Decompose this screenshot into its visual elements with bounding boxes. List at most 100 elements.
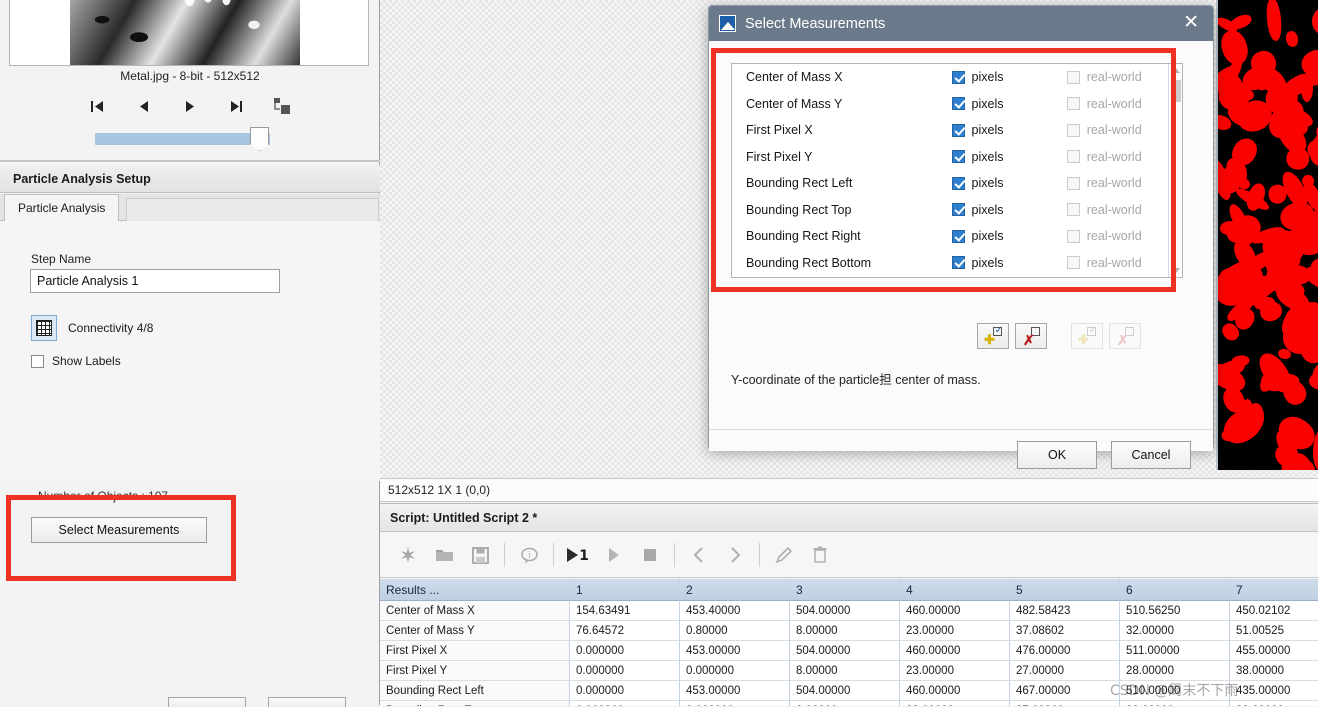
pixels-unit-group[interactable]: pixels: [951, 203, 1067, 217]
measurement-row[interactable]: Center of Mass X pixels real-world: [732, 64, 1182, 91]
select-measurements-button[interactable]: Select Measurements: [31, 517, 207, 543]
measurement-row[interactable]: Bounding Rect Left pixels real-world: [732, 170, 1182, 197]
results-header-label[interactable]: Results ...: [380, 579, 570, 601]
measurement-row[interactable]: Bounding Rect Right pixels real-world: [732, 223, 1182, 250]
next-step-icon[interactable]: [717, 539, 753, 571]
pixels-unit-group[interactable]: pixels: [951, 123, 1067, 138]
comment-icon[interactable]: i: [511, 539, 547, 571]
table-row[interactable]: Bounding Rect Top0.0000000.0000008.00000…: [380, 701, 1318, 706]
scrollbar-thumb[interactable]: [1171, 80, 1181, 102]
pixels-unit-group[interactable]: pixels: [951, 176, 1067, 190]
run-once-icon[interactable]: 1: [560, 539, 596, 571]
measurement-name: Center of Mass Y: [746, 96, 843, 111]
results-row-label: Bounding Rect Top: [380, 701, 570, 706]
table-row[interactable]: Bounding Rect Left 0.000000 453.00000 504.0…: [380, 681, 1318, 701]
script-panel: Script: Untitled Script 2 * i 1 Results …: [380, 503, 1318, 706]
results-header-column[interactable]: 1: [570, 579, 680, 601]
pixels-checkbox[interactable]: [951, 203, 965, 217]
pixels-checkbox[interactable]: [951, 70, 965, 84]
pixels-unit-group[interactable]: pixels: [951, 96, 1067, 111]
first-frame-icon[interactable]: [87, 96, 109, 116]
results-cell: 504.00000: [790, 601, 900, 621]
cancel-button[interactable]: Cancel: [1111, 441, 1191, 469]
previous-frame-icon[interactable]: [133, 96, 155, 116]
ok-button[interactable]: OK: [1017, 441, 1097, 469]
pixels-unit-group[interactable]: pixels: [951, 256, 1067, 270]
realworld-label: real-world: [1086, 149, 1142, 164]
pixels-checkbox[interactable]: [951, 97, 965, 111]
results-cell: 482.58423: [1010, 601, 1120, 621]
measurement-row[interactable]: Bounding Rect Top pixels real-world: [732, 197, 1182, 224]
scroll-up-icon[interactable]: [1172, 68, 1180, 73]
table-row[interactable]: Center of Mass X 154.63491 453.40000 504.00…: [380, 601, 1318, 621]
pixels-label: pixels: [971, 96, 1004, 111]
preview-navigation-bar: [0, 96, 380, 116]
dialog-titlebar: Select Measurements ✕: [709, 6, 1213, 41]
results-header-column[interactable]: 5: [1010, 579, 1120, 601]
pixels-checkbox[interactable]: [951, 229, 965, 243]
connectivity-grid-icon[interactable]: [31, 315, 57, 341]
bottom-button-stub-right[interactable]: [268, 697, 346, 707]
results-header-column[interactable]: 6: [1120, 579, 1230, 601]
tab-particle-analysis[interactable]: Particle Analysis: [4, 194, 120, 221]
results-header-column[interactable]: 4: [900, 579, 1010, 601]
realworld-label: real-world: [1086, 96, 1142, 111]
measurement-list-scrollbar[interactable]: [1168, 64, 1182, 277]
pixels-label: pixels: [971, 229, 1004, 244]
toolbar-separator-3: [674, 543, 675, 567]
results-cell: 38.00000: [1230, 661, 1318, 681]
stop-icon[interactable]: [632, 539, 668, 571]
results-cell: 28.00000: [1120, 701, 1230, 706]
realworld-label: real-world: [1086, 176, 1142, 191]
results-header-column[interactable]: 7: [1230, 579, 1318, 601]
connectivity-row[interactable]: Connectivity 4/8: [31, 315, 153, 341]
measurement-row[interactable]: First Pixel X pixels real-world: [732, 117, 1182, 144]
pixels-checkbox[interactable]: [951, 150, 965, 164]
results-cell: 435.00000: [1230, 681, 1318, 701]
pixels-checkbox[interactable]: [951, 256, 965, 270]
edit-icon[interactable]: [766, 539, 802, 571]
frame-slider-track[interactable]: [95, 133, 270, 145]
save-script-icon[interactable]: [462, 539, 498, 571]
pixels-checkbox[interactable]: [951, 123, 965, 137]
measurement-row[interactable]: First Pixel Y pixels real-world: [732, 144, 1182, 171]
pixels-unit-group[interactable]: pixels: [951, 229, 1067, 244]
table-row[interactable]: First Pixel X 0.000000 453.00000 504.00000 4…: [380, 641, 1318, 661]
bottom-button-stub-left[interactable]: [168, 697, 246, 707]
dialog-title: Select Measurements: [745, 15, 886, 32]
table-row[interactable]: Center of Mass Y 76.64572 0.80000 8.00000 23…: [380, 621, 1318, 641]
pixels-checkbox[interactable]: [951, 176, 965, 190]
show-labels-label: Show Labels: [52, 354, 121, 368]
region-select-icon[interactable]: [271, 96, 293, 116]
pixels-unit-group[interactable]: pixels: [951, 150, 1067, 164]
measurement-list[interactable]: Center of Mass Xpixels real-world Center o…: [731, 63, 1183, 278]
results-header-column[interactable]: 3: [790, 579, 900, 601]
measurement-row[interactable]: Bounding Rect Bottom pixels real-world: [732, 250, 1182, 277]
show-labels-checkbox-row[interactable]: Show Labels: [31, 354, 121, 368]
delete-icon[interactable]: [802, 539, 838, 571]
check-all-pixels-button[interactable]: ✓ ✚: [977, 323, 1009, 349]
show-labels-checkbox[interactable]: [31, 354, 44, 368]
results-cell: 510.00000: [1120, 681, 1230, 701]
results-header-column[interactable]: 2: [680, 579, 790, 601]
open-script-icon[interactable]: [426, 539, 462, 571]
status-bar-text: 512x512 1X 1 (0,0): [388, 483, 491, 497]
next-frame-icon[interactable]: [179, 96, 201, 116]
last-frame-icon[interactable]: [225, 96, 247, 116]
frame-slider-thumb[interactable]: [250, 127, 269, 151]
script-toolbar: i 1: [380, 533, 1318, 578]
run-icon[interactable]: [596, 539, 632, 571]
pixels-unit-group[interactable]: pixels: [951, 70, 1067, 84]
table-row[interactable]: First Pixel Y 0.000000 0.000000 8.00000 23.0…: [380, 661, 1318, 681]
realworld-label: real-world: [1086, 202, 1142, 217]
new-script-icon[interactable]: [390, 539, 426, 571]
step-name-input[interactable]: [30, 269, 280, 293]
pixels-label: pixels: [971, 123, 1004, 138]
measurement-row[interactable]: Center of Mass Y pixels real-world: [732, 91, 1182, 118]
uncheck-all-pixels-button[interactable]: ✗: [1015, 323, 1047, 349]
scroll-down-icon[interactable]: [1172, 268, 1180, 273]
previous-step-icon[interactable]: [681, 539, 717, 571]
results-table[interactable]: Results ...123456789 Center of Mass X154…: [380, 579, 1318, 706]
realworld-unit-group: real-world: [1066, 229, 1182, 243]
close-icon[interactable]: ✕: [1179, 12, 1203, 35]
